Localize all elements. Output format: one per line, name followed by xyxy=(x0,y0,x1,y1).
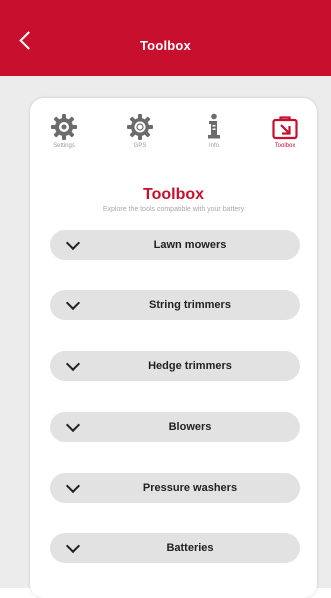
chevron-down-icon xyxy=(65,235,81,251)
page-title: Toolbox xyxy=(140,38,191,53)
accordion-pressure-washers[interactable]: Pressure washers xyxy=(50,473,300,503)
accordion-label: Pressure washers xyxy=(142,482,238,494)
accordion-blowers[interactable]: Blowers xyxy=(50,412,300,442)
info-icon xyxy=(208,113,220,139)
tab-toolbox[interactable]: Toolbox xyxy=(255,108,315,168)
tab-info[interactable]: Info xyxy=(184,108,244,168)
accordion-label: Blowers xyxy=(168,421,212,433)
accordion-label: String trimmers xyxy=(149,299,231,311)
gps-gear-icon xyxy=(127,114,153,140)
accordion-label: Lawn mowers xyxy=(153,239,227,251)
app-header: Toolbox xyxy=(0,0,331,76)
chevron-down-icon xyxy=(65,417,81,433)
gear-icon xyxy=(51,114,77,140)
tab-info-label: Info xyxy=(208,143,219,149)
tab-toolbox-label: Toolbox xyxy=(274,143,296,149)
accordion-label: Hedge trimmers xyxy=(148,360,232,372)
tab-gps[interactable]: GPS xyxy=(110,108,170,168)
accordion-label: Batteries xyxy=(166,542,214,554)
chevron-down-icon xyxy=(65,538,81,554)
section-subtitle: Explore the tools compatible with your b… xyxy=(102,206,245,213)
toolbox-card: Settings GPS Info Toolbox Toolbox Explor… xyxy=(30,98,317,598)
chevron-down-icon xyxy=(65,295,81,311)
content-area: Settings GPS Info Toolbox Toolbox Explor… xyxy=(0,76,331,598)
tab-settings-label: Settings xyxy=(53,143,75,149)
toolbox-icon xyxy=(272,116,298,140)
accordion-batteries[interactable]: Batteries xyxy=(50,533,300,563)
section-title: Toolbox xyxy=(142,186,205,203)
tab-gps-label: GPS xyxy=(133,143,147,149)
accordion-hedge-trimmers[interactable]: Hedge trimmers xyxy=(50,351,300,381)
chevron-down-icon xyxy=(65,356,81,372)
tab-bar: Settings GPS Info Toolbox xyxy=(30,108,317,168)
tab-settings[interactable]: Settings xyxy=(34,108,94,168)
accordion-string-trimmers[interactable]: String trimmers xyxy=(50,290,300,320)
accordion-lawn-mowers[interactable]: Lawn mowers xyxy=(50,230,300,260)
chevron-down-icon xyxy=(65,478,81,494)
